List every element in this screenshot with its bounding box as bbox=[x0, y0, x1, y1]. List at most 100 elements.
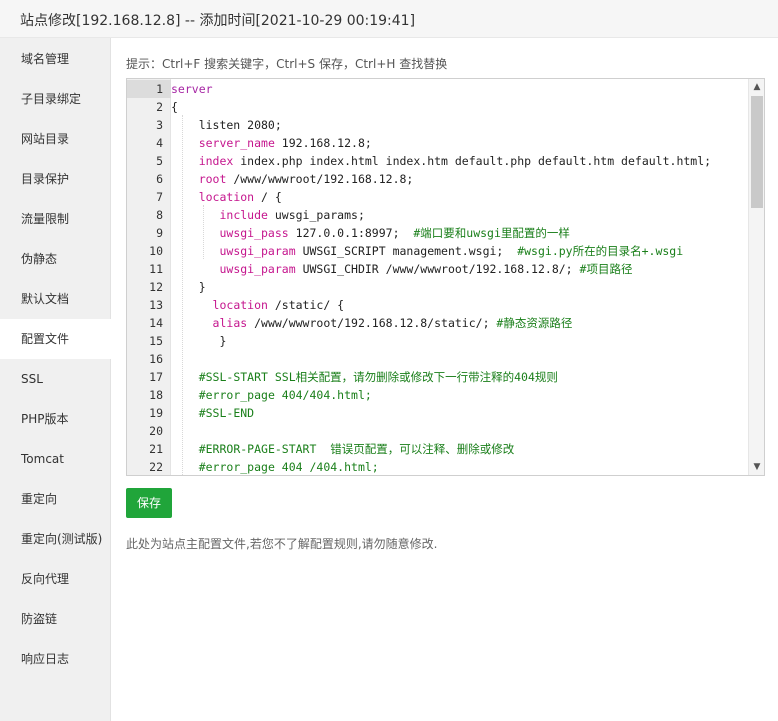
sidebar-item[interactable]: 默认文档 bbox=[0, 279, 111, 319]
sidebar-item[interactable]: 响应日志 bbox=[0, 639, 111, 679]
scroll-down-icon[interactable]: ▼ bbox=[749, 459, 764, 475]
line-number: 11 bbox=[149, 262, 163, 276]
main-panel: 提示：Ctrl+F 搜索关键字，Ctrl+S 保存，Ctrl+H 查找替换 1 s… bbox=[111, 38, 778, 721]
editor-scrollbar[interactable]: ▲ ▼ bbox=[748, 79, 764, 475]
config-code-editor[interactable]: 1 server 2{3 listen 2080; 4 server_name 192… bbox=[126, 78, 765, 476]
code-text: #ERROR-PAGE-START 错误页配置，可以注释、删除或修改 bbox=[171, 440, 515, 458]
code-token: alias bbox=[212, 316, 248, 330]
code-line: 20 bbox=[127, 422, 747, 440]
sidebar-item[interactable]: Tomcat bbox=[0, 439, 111, 479]
sidebar-item[interactable]: 域名管理 bbox=[0, 39, 111, 79]
code-token: #静态资源路径 bbox=[496, 316, 573, 330]
line-number: 4 bbox=[156, 136, 163, 150]
code-text: location / { bbox=[171, 188, 282, 206]
line-number: 7 bbox=[156, 190, 163, 204]
code-token: #项目路径 bbox=[579, 262, 633, 276]
code-token: root bbox=[198, 172, 227, 186]
sidebar-item[interactable]: 配置文件 bbox=[0, 319, 112, 359]
sidebar-item[interactable]: 流量限制 bbox=[0, 199, 111, 239]
code-token: uwsgi_param bbox=[219, 262, 296, 276]
code-line: 2{ bbox=[127, 98, 747, 116]
line-number: 8 bbox=[156, 208, 163, 222]
code-token: include bbox=[219, 208, 268, 222]
line-number: 1 bbox=[127, 80, 171, 98]
code-line: 10 uwsgi_param UWSGI_SCRIPT management.w… bbox=[127, 242, 747, 260]
code-token: index bbox=[198, 154, 234, 168]
shortcut-hint: 提示：Ctrl+F 搜索关键字，Ctrl+S 保存，Ctrl+H 查找替换 bbox=[126, 57, 448, 71]
sidebar-item[interactable]: 反向代理 bbox=[0, 559, 111, 599]
line-number: 5 bbox=[156, 154, 163, 168]
line-number: 16 bbox=[149, 352, 163, 366]
code-line: 4 server_name 192.168.12.8; bbox=[127, 134, 747, 152]
line-number: 3 bbox=[156, 118, 163, 132]
code-token: UWSGI_SCRIPT management.wsgi; bbox=[295, 244, 518, 258]
code-line: 13 location /static/ { bbox=[127, 296, 747, 314]
code-text: index index.php index.html index.htm def… bbox=[171, 152, 711, 170]
code-text: listen 2080; bbox=[171, 116, 282, 134]
code-token: { bbox=[171, 100, 178, 114]
code-text: #SSL-END bbox=[171, 404, 254, 422]
code-line: 15 } bbox=[127, 332, 747, 350]
sidebar-item[interactable]: 目录保护 bbox=[0, 159, 111, 199]
sidebar-item[interactable]: 子目录绑定 bbox=[0, 79, 111, 119]
code-token: /www/wwwroot/192.168.12.8; bbox=[226, 172, 414, 186]
sidebar-item[interactable]: 伪静态 bbox=[0, 239, 111, 279]
sidebar-item[interactable]: 重定向(测试版) bbox=[0, 519, 111, 559]
code-token: server_name bbox=[198, 136, 275, 150]
code-token: uwsgi_pass bbox=[219, 226, 289, 240]
code-line: 9 uwsgi_pass 127.0.0.1:8997; #端口要和uwsgi里… bbox=[127, 224, 747, 242]
dialog-title: 站点修改[192.168.12.8] -- 添加时间[2021-10-29 00… bbox=[20, 13, 416, 29]
line-number: 18 bbox=[149, 388, 163, 402]
code-token: #SSL-END bbox=[198, 406, 255, 420]
line-number: 9 bbox=[156, 226, 163, 240]
code-token: /www/wwwroot/192.168.12.8/static/; bbox=[247, 316, 497, 330]
dialog-titlebar: 站点修改[192.168.12.8] -- 添加时间[2021-10-29 00… bbox=[0, 0, 778, 38]
code-text: server_name 192.168.12.8; bbox=[171, 134, 372, 152]
code-token: 127.0.0.1:8997; bbox=[288, 226, 414, 240]
code-line: 11 uwsgi_param UWSGI_CHDIR /www/wwwroot/… bbox=[127, 260, 747, 278]
code-text: uwsgi_param UWSGI_SCRIPT management.wsgi… bbox=[171, 242, 683, 260]
scroll-thumb[interactable] bbox=[751, 96, 763, 208]
line-number: 2 bbox=[156, 100, 163, 114]
code-text: } bbox=[171, 278, 206, 296]
line-number: 12 bbox=[149, 280, 163, 294]
config-warning-note: 此处为站点主配置文件,若您不了解配置规则,请勿随意修改. bbox=[126, 537, 438, 551]
scroll-up-icon[interactable]: ▲ bbox=[749, 79, 764, 95]
code-line: 12 } bbox=[127, 278, 747, 296]
code-line: 16 bbox=[127, 350, 747, 368]
sidebar-item[interactable]: PHP版本 bbox=[0, 399, 111, 439]
code-line: 17 #SSL-START SSL相关配置，请勿删除或修改下一行带注释的404规… bbox=[127, 368, 747, 386]
code-token: } bbox=[171, 280, 206, 294]
code-text: #error_page 404 /404.html; bbox=[171, 458, 379, 475]
line-number: 19 bbox=[149, 406, 163, 420]
code-token: /static/ { bbox=[267, 298, 345, 312]
sidebar-item[interactable]: SSL bbox=[0, 359, 111, 399]
code-token: #wsgi.py所在的目录名+.wsgi bbox=[517, 244, 684, 258]
code-text: root /www/wwwroot/192.168.12.8; bbox=[171, 170, 414, 188]
sidebar-item[interactable]: 防盗链 bbox=[0, 599, 111, 639]
line-number: 17 bbox=[149, 370, 163, 384]
code-line: 18 #error_page 404/404.html; bbox=[127, 386, 747, 404]
line-number: 21 bbox=[149, 442, 163, 456]
line-number: 6 bbox=[156, 172, 163, 186]
code-token: listen 2080; bbox=[171, 118, 282, 132]
code-token: #端口要和uwsgi里配置的一样 bbox=[413, 226, 570, 240]
sidebar-item[interactable]: 重定向 bbox=[0, 479, 111, 519]
code-token: location bbox=[212, 298, 268, 312]
sidebar-item[interactable]: 网站目录 bbox=[0, 119, 111, 159]
line-number: 15 bbox=[149, 334, 163, 348]
save-button[interactable]: 保存 bbox=[126, 488, 172, 518]
code-token: location bbox=[198, 190, 255, 204]
